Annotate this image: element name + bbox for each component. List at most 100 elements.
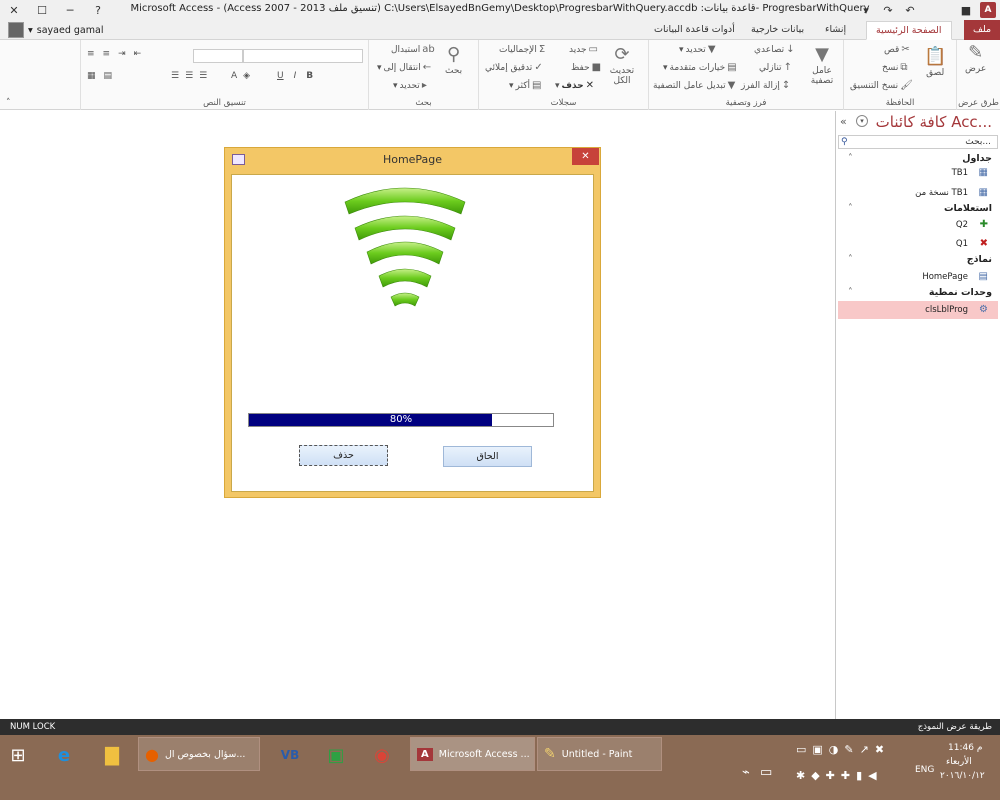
tab-file[interactable]: ملف [964, 20, 1000, 40]
battery-icon[interactable]: ▭ [760, 765, 772, 780]
select-button[interactable]: ▾ تحديد ▸ [393, 80, 427, 91]
collapse-icon: ˄ [848, 254, 853, 265]
group-records: ⟳ تحديث الكل جديد ▭ حفظ ■ ▾ حذف ✕ الإجماليات… [478, 40, 648, 110]
delete-button[interactable]: حذف [299, 445, 388, 466]
taskbar-window-firefox[interactable]: ● سؤال بخصوص ال... [138, 737, 260, 771]
ribbon-tabs: ▾ sayaed gamal ملف الصفحة الرئيسية إنشاء… [0, 20, 1000, 40]
nav-category-modules[interactable]: ˄ وحدات نمطية [838, 285, 998, 301]
filter-button[interactable]: ▼ عامل تصفية [804, 44, 840, 86]
maximize-window-button[interactable]: ☐ [28, 0, 56, 20]
signal-bar-1 [390, 292, 420, 307]
more-button[interactable]: ▾ أكثر ▤ [509, 80, 541, 91]
collapse-ribbon-icon[interactable]: ˄ [6, 98, 11, 108]
language-indicator[interactable]: ENG [915, 765, 934, 775]
bold-button[interactable]: B [306, 71, 313, 81]
nav-item-q2[interactable]: Q2 ✚ [838, 216, 998, 234]
nav-item-tb1[interactable]: TB1 ▦ [838, 164, 998, 182]
funnel-icon: ▼ [815, 44, 829, 65]
signal-bar-3 [366, 241, 444, 265]
find-button[interactable]: ⚲ بحث [445, 44, 462, 76]
selection-filter-button[interactable]: ▾ تحديد ▼ [679, 44, 716, 55]
help-button[interactable]: ? [84, 0, 112, 20]
font-color-icon[interactable]: A [231, 71, 237, 81]
nav-menu-chevron-icon[interactable]: ▾ [856, 115, 868, 127]
save-record-button[interactable]: حفظ ■ [571, 62, 601, 73]
nav-item-homepage[interactable]: HomePage ▤ [838, 268, 998, 286]
nav-search-input[interactable]: ⚲ بحث... [838, 135, 998, 149]
bullets-icon[interactable]: ≡ [103, 49, 111, 59]
sort-descending-button[interactable]: تنازلي ↑ [759, 62, 792, 73]
sort-ascending-button[interactable]: تصاعدي ↓ [754, 44, 795, 55]
tab-database-tools[interactable]: أدوات قاعدة البيانات [645, 21, 744, 40]
redo-icon[interactable]: ↷ [880, 2, 896, 18]
append-button[interactable]: الحاق [443, 446, 532, 467]
nav-item-q1[interactable]: Q1 ✖ [838, 235, 998, 253]
internet-explorer-icon[interactable]: e [48, 739, 80, 771]
align-center-icon[interactable]: ☰ [185, 71, 193, 81]
toggle-filter-button[interactable]: تبديل عامل التصفية ▼ [653, 80, 735, 91]
tab-create[interactable]: إنشاء [816, 21, 855, 40]
tab-home[interactable]: الصفحة الرئيسية [866, 21, 952, 40]
outdent-icon[interactable]: ⇤ [134, 49, 142, 59]
align-left-icon[interactable]: ☰ [171, 71, 179, 81]
view-icon: ✎ [968, 42, 984, 63]
spelling-button[interactable]: تدقيق إملائي ✓ [485, 62, 543, 73]
clock-time[interactable]: 11:46 م [948, 743, 982, 753]
tray-icons-bottom[interactable]: ✱◆✚✚▮◀ [796, 769, 883, 782]
advanced-filter-button[interactable]: ▾ خيارات متقدمة ▤ [663, 62, 737, 73]
undo-icon[interactable]: ↶ [902, 2, 918, 18]
gridlines-icon[interactable]: ▦ [87, 71, 96, 81]
class-module-icon: ⚙ [979, 304, 988, 315]
taskbar-window-paint[interactable]: ✎ Untitled - Paint [537, 737, 662, 771]
customize-qat-icon[interactable]: ▾ [858, 2, 874, 18]
form-title: HomePage [382, 153, 443, 166]
access-icon: A [417, 747, 433, 761]
indent-icon[interactable]: ⇥ [118, 49, 126, 59]
underline-button[interactable]: U [277, 71, 284, 81]
user-name: sayaed gamal [36, 24, 104, 36]
replace-icon: ab [422, 44, 435, 55]
paste-button[interactable]: 📋 لصق [924, 46, 946, 78]
tab-external-data[interactable]: بيانات خارجية [742, 21, 813, 40]
nav-category-queries[interactable]: ˄ استعلامات [838, 201, 998, 217]
vb-icon[interactable]: VB [274, 739, 306, 771]
close-window-button[interactable]: ✕ [0, 0, 28, 20]
view-mode-label: طريقة عرض النموذج [917, 722, 992, 732]
delete-record-button[interactable]: ▾ حذف ✕ [555, 80, 594, 91]
windows-start-icon[interactable]: ⊞ [6, 739, 30, 771]
power-icon[interactable]: ⌁ [742, 765, 750, 780]
copy-button[interactable]: نسخ ⧉ [882, 62, 907, 73]
numbering-icon[interactable]: ≡ [87, 49, 95, 59]
new-record-button[interactable]: جديد ▭ [569, 44, 598, 55]
remove-sort-button[interactable]: إزالة الفرز ↕ [741, 80, 790, 91]
cut-button[interactable]: قص ✂ [884, 44, 910, 55]
save-icon[interactable]: ■ [958, 2, 974, 18]
form-title-bar[interactable]: HomePage ✕ [225, 148, 600, 172]
italic-button[interactable]: I [294, 71, 297, 81]
chrome-icon[interactable]: ◉ [366, 739, 398, 771]
file-explorer-icon[interactable]: ▇ [96, 739, 128, 771]
align-right-icon[interactable]: ☰ [199, 71, 207, 81]
taskbar-window-access[interactable]: A Microsoft Access ... [410, 737, 535, 771]
minimize-window-button[interactable]: ─ [56, 0, 84, 20]
totals-button[interactable]: الإجماليات Σ [499, 44, 545, 55]
store-icon[interactable]: ▣ [320, 739, 352, 771]
format-painter-button[interactable]: نسخ التنسيق 🖌 [850, 80, 913, 91]
user-account[interactable]: ▾ sayaed gamal [8, 22, 103, 38]
nav-item-tb1-copy[interactable]: نسخة من TB1 ▦ [838, 184, 998, 202]
goto-button[interactable]: ▾ انتقال إلى ← [377, 62, 431, 73]
nav-category-forms[interactable]: ˄ نماذج [838, 252, 998, 268]
tray-icons-top[interactable]: ▭▣◑✎↗✖ [796, 743, 890, 756]
fill-color-icon[interactable]: ◈ [243, 71, 250, 81]
shutter-bar-icon[interactable]: « [840, 115, 847, 128]
view-button[interactable]: ✎ عرض [965, 42, 986, 74]
collapse-icon: ˄ [848, 287, 853, 298]
alt-row-color-icon[interactable]: ▤ [104, 71, 113, 81]
font-size-select[interactable] [193, 49, 243, 63]
close-form-button[interactable]: ✕ [572, 148, 599, 165]
font-name-select[interactable] [243, 49, 363, 63]
group-find: ⚲ بحث استبدال ab ▾ انتقال إلى ← ▾ تحديد ▸ بحث [368, 40, 478, 110]
refresh-all-button[interactable]: ⟳ تحديث الكل [607, 44, 637, 86]
replace-button[interactable]: استبدال ab [391, 44, 435, 55]
nav-item-clslblprog[interactable]: clsLblProg ⚙ [838, 301, 998, 319]
